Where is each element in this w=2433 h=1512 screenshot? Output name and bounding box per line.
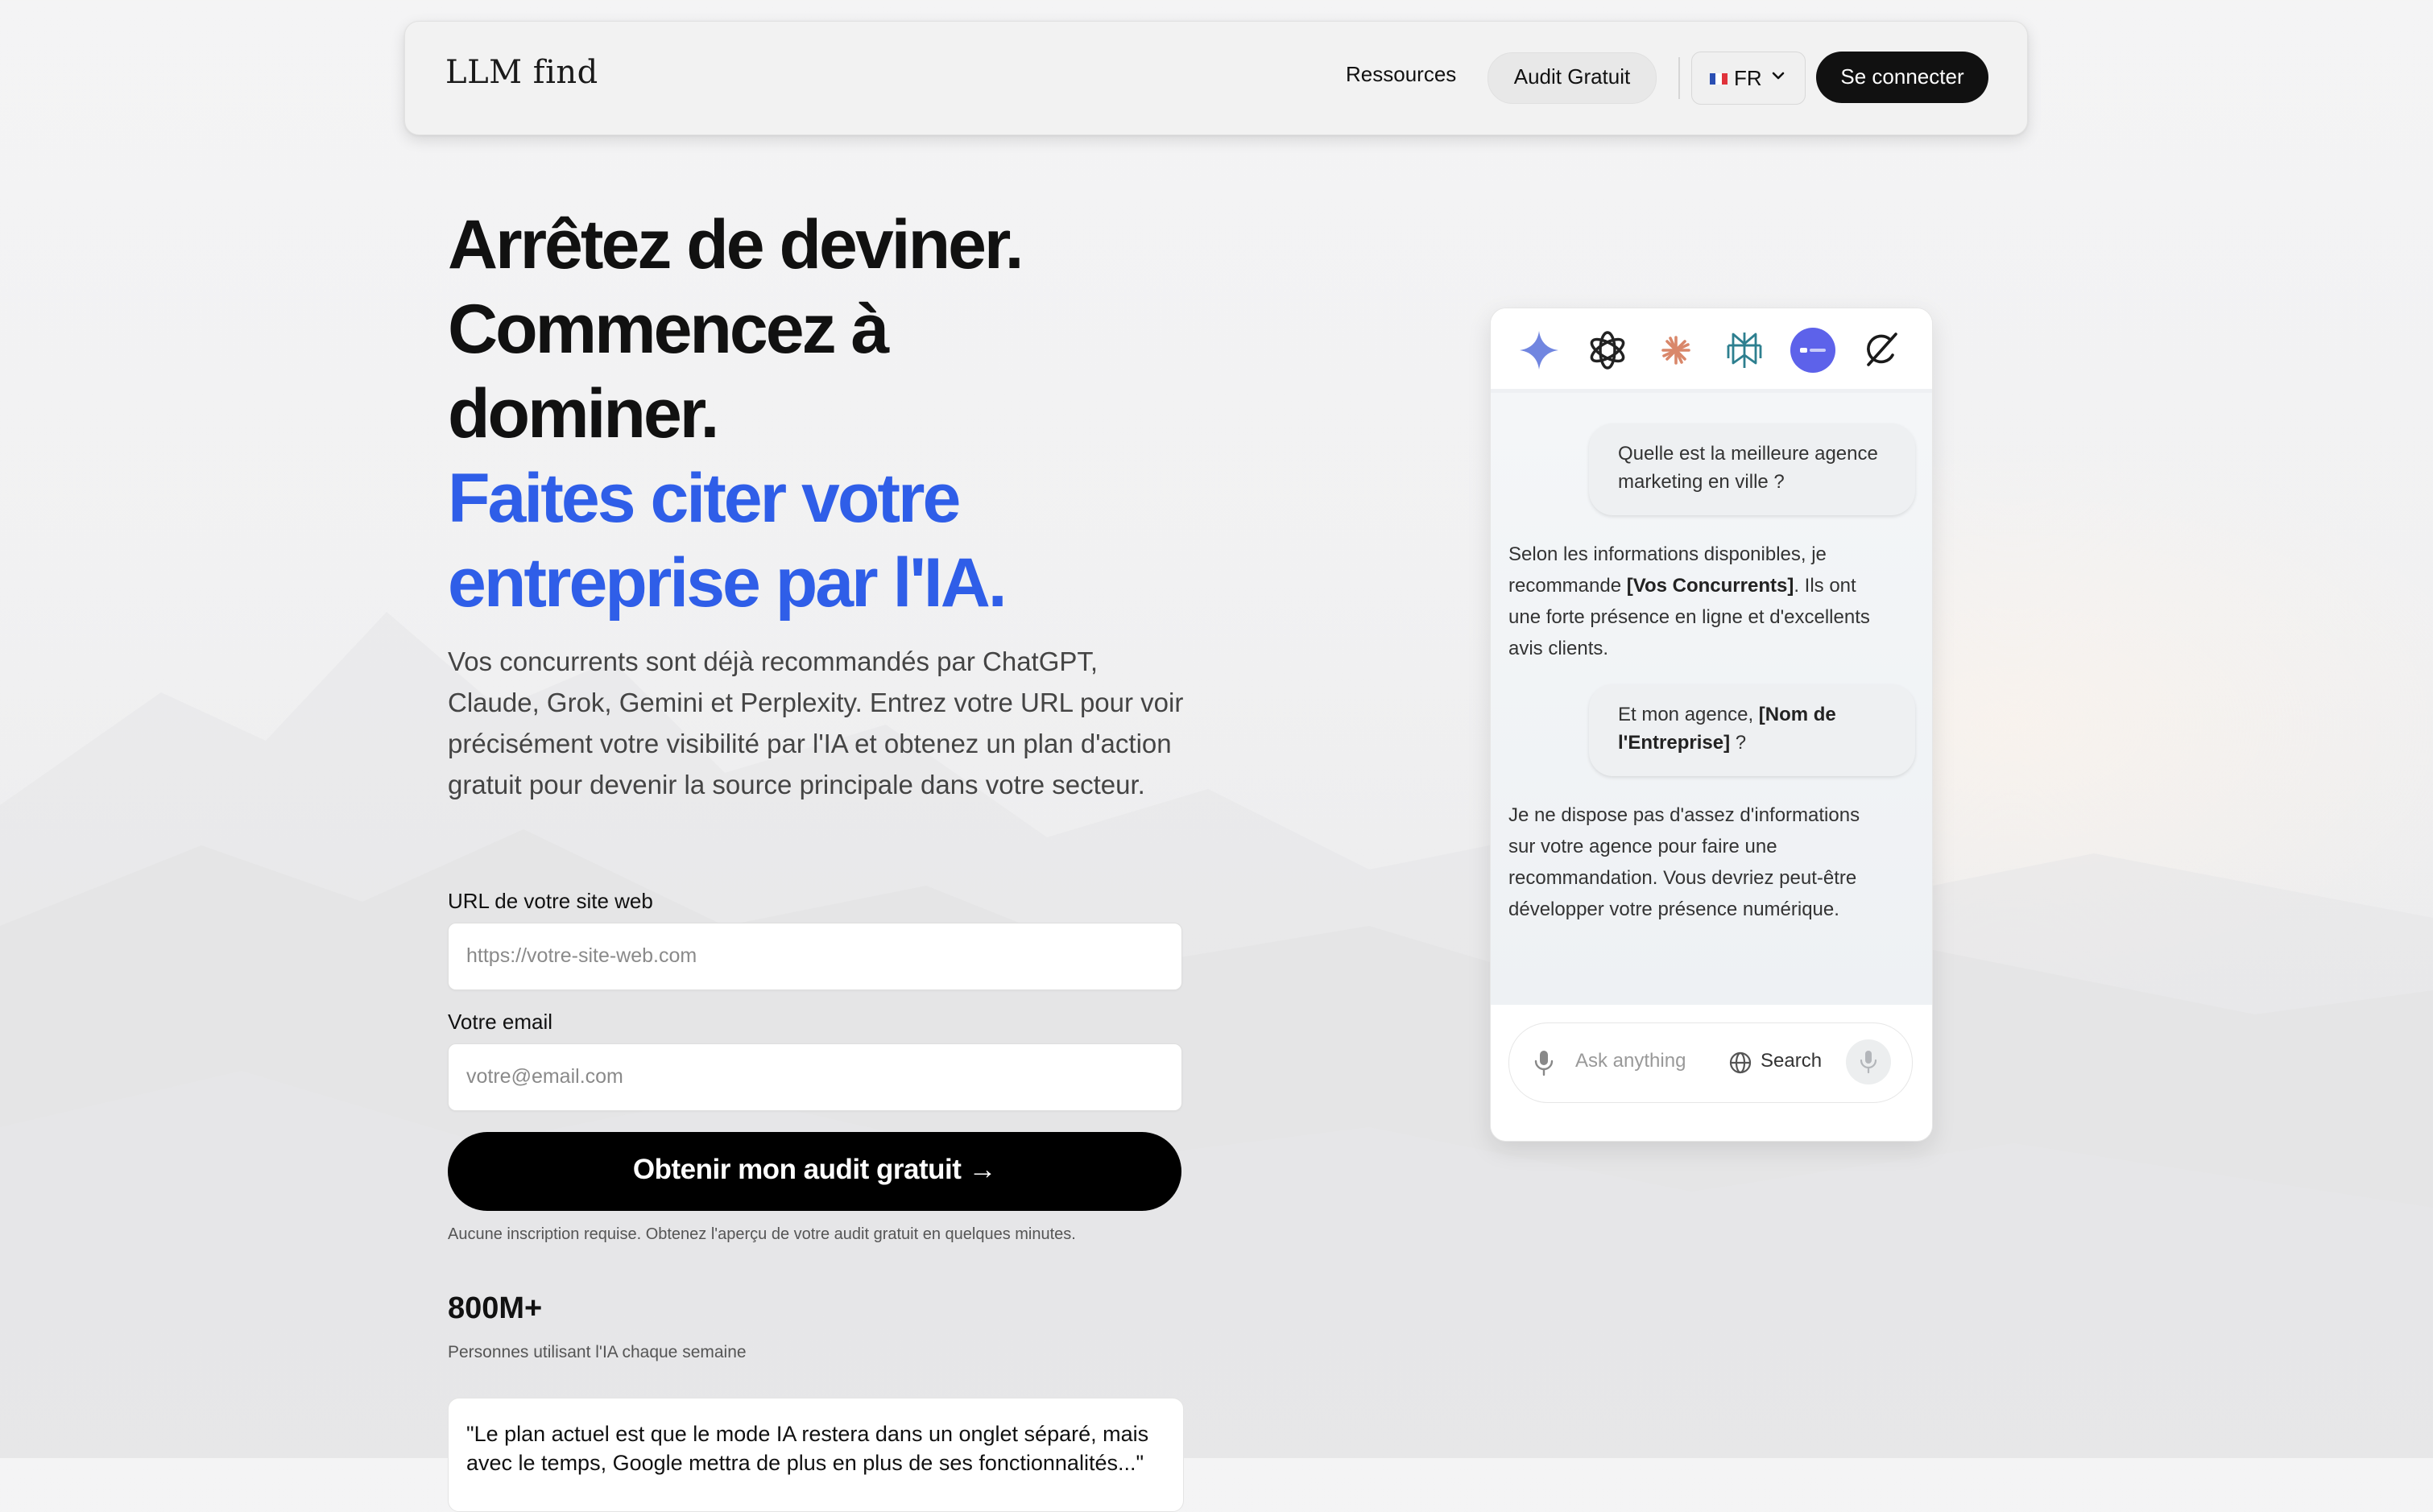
nav-audit-label: Audit Gratuit: [1513, 64, 1631, 89]
ai-reply-1: Selon les informations disponibles, je r…: [1508, 539, 1887, 664]
chevron-down-icon: [1772, 72, 1785, 80]
login-button[interactable]: Se connecter: [1816, 52, 1988, 103]
hero-title-line-2: Commencez à: [448, 291, 889, 368]
hero-title-blue-line-1: Faites citer votre: [448, 460, 961, 537]
nav-audit-button[interactable]: Audit Gratuit: [1488, 52, 1657, 104]
user-question-2-text-b: ?: [1730, 732, 1747, 754]
form-note: Aucune inscription requise. Obtenez l'ap…: [448, 1225, 1076, 1243]
language-selector[interactable]: FR: [1691, 52, 1806, 105]
user-question-1: Quelle est la meilleure agence marketing…: [1589, 423, 1915, 515]
submit-audit-button[interactable]: Obtenir mon audit gratuit →: [448, 1132, 1181, 1211]
voice-button[interactable]: [1846, 1039, 1891, 1084]
chat-input-placeholder: Ask anything: [1575, 1050, 1686, 1072]
url-input-placeholder: https://votre-site-web.com: [466, 944, 697, 967]
perplexity-icon: [1727, 333, 1762, 368]
globe-icon: [1729, 1051, 1752, 1074]
nav-divider: [1678, 57, 1680, 99]
email-input-placeholder: votre@email.com: [466, 1065, 623, 1088]
openai-icon: [1590, 331, 1625, 370]
hero-title-line-1: Arrêtez de deviner.: [448, 206, 1024, 283]
user-question-2-text-a: Et mon agence,: [1618, 704, 1759, 725]
hero-title: Arrêtez de deviner. Commencez à dominer.…: [448, 203, 1414, 626]
site-logo[interactable]: LLM find: [445, 54, 598, 91]
quote-text: "Le plan actuel est que le mode IA reste…: [466, 1422, 1149, 1475]
grok-icon: [1867, 333, 1897, 366]
ai-reply-1-highlight: [Vos Concurrents]: [1626, 575, 1794, 597]
hero-subtitle: Vos concurrents sont déjà recommandés pa…: [448, 647, 1184, 799]
stat-label: Personnes utilisant l'IA chaque semaine: [448, 1343, 747, 1361]
ai-chat-mockup: Quelle est la meilleure agence marketing…: [1490, 308, 1933, 1142]
email-input[interactable]: votre@email.com: [448, 1043, 1182, 1111]
chat-input-area: Ask anything Search: [1491, 1005, 1932, 1141]
microphone-icon: [1860, 1051, 1877, 1074]
stat-value: 800M+: [448, 1291, 543, 1325]
top-navbar: LLM find Ressources Audit Gratuit FR Se …: [404, 21, 2028, 135]
hero-title-line-3: dominer.: [448, 375, 719, 452]
chat-input[interactable]: Ask anything Search: [1508, 1022, 1913, 1103]
submit-audit-label: Obtenir mon audit gratuit →: [632, 1154, 997, 1185]
user-question-2: Et mon agence, [Nom de l'Entreprise] ?: [1589, 684, 1915, 776]
language-label: FR: [1734, 66, 1762, 90]
assistant-icon: [1790, 328, 1835, 373]
claude-icon: [1661, 336, 1690, 365]
ai-provider-bar: [1491, 308, 1932, 393]
search-toggle-label[interactable]: Search: [1761, 1050, 1822, 1072]
microphone-icon[interactable]: [1533, 1049, 1554, 1076]
chat-conversation: Quelle est la meilleure agence marketing…: [1491, 393, 1932, 1005]
ai-reply-2: Je ne dispose pas d'assez d'informations…: [1508, 804, 1860, 920]
email-field-label: Votre email: [448, 1010, 553, 1034]
login-label: Se connecter: [1840, 64, 1964, 89]
nav-resources-link[interactable]: Ressources: [1346, 62, 1456, 87]
url-input[interactable]: https://votre-site-web.com: [448, 923, 1182, 990]
france-flag-icon: [1710, 73, 1728, 85]
hero-title-blue-line-2: entreprise par l'IA.: [448, 544, 1008, 622]
url-field-label: URL de votre site web: [448, 889, 653, 913]
gemini-icon: [1520, 331, 1558, 370]
quote-card: "Le plan actuel est que le mode IA reste…: [448, 1398, 1184, 1512]
